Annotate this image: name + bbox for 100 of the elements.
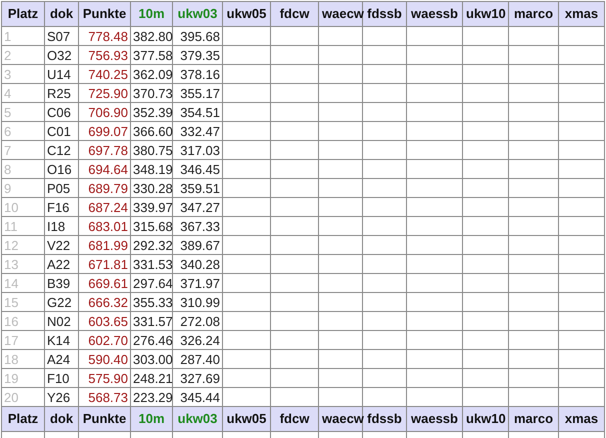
- table-cell: 348.19: [130, 160, 172, 178]
- table-cell: 378.16: [172, 64, 222, 84]
- points-cell: 575.90: [78, 368, 130, 388]
- table-cell: 327.69: [172, 368, 222, 388]
- table-cell: 272.08: [172, 312, 222, 330]
- column-header: Punkte: [78, 2, 130, 26]
- points-cell: 694.64: [78, 160, 130, 178]
- points-cell: 602.70: [78, 330, 130, 350]
- table-cell: S07: [44, 26, 78, 46]
- points-cell: 778.48: [78, 26, 130, 46]
- column-header: 10m: [130, 2, 172, 26]
- table-cell: 352.39: [130, 102, 172, 122]
- table-cell: 331.53: [130, 254, 172, 274]
- points-cell: 697.78: [78, 140, 130, 160]
- rank-cell: 19: [2, 368, 44, 388]
- column-header: Platz: [2, 2, 44, 26]
- rank-cell: 5: [2, 102, 44, 122]
- table-cell: F16: [44, 198, 78, 216]
- table-cell: 315.68: [130, 216, 172, 236]
- table-cell: 276.46: [130, 330, 172, 350]
- table-cell: 326.24: [172, 330, 222, 350]
- table-cell: 347.27: [172, 198, 222, 216]
- table-cell: 339.97: [130, 198, 172, 216]
- points-cell: 671.81: [78, 254, 130, 274]
- rank-cell: 11: [2, 216, 44, 236]
- rank-cell: 17: [2, 330, 44, 350]
- table-cell: 362.09: [130, 64, 172, 84]
- table-cell: C12: [44, 140, 78, 160]
- rank-cell: 16: [2, 312, 44, 330]
- rank-cell: 18: [2, 350, 44, 368]
- rank-cell: 4: [2, 84, 44, 102]
- points-cell: 590.40: [78, 350, 130, 368]
- table-cell: 331.57: [130, 312, 172, 330]
- table-cell: C06: [44, 102, 78, 122]
- rank-cell: 2: [2, 46, 44, 64]
- table-cell: 366.60: [130, 122, 172, 140]
- table-cell: O32: [44, 46, 78, 64]
- table-cell: 287.40: [172, 350, 222, 368]
- points-cell: 669.61: [78, 274, 130, 292]
- points-cell: 666.32: [78, 292, 130, 312]
- column-header: Punkte: [78, 406, 130, 432]
- table-cell: V22: [44, 236, 78, 254]
- column-header: fdssb: [362, 406, 406, 432]
- table-cell: G22: [44, 292, 78, 312]
- rank-cell: 13: [2, 254, 44, 274]
- column-header: fdssb: [362, 2, 406, 26]
- column-header: dok: [44, 406, 78, 432]
- table-cell: 355.33: [130, 292, 172, 312]
- table-cell: 317.03: [172, 140, 222, 160]
- table-cell: I18: [44, 216, 78, 236]
- table-cell: 346.45: [172, 160, 222, 178]
- table-cell: 379.35: [172, 46, 222, 64]
- table-cell: 340.28: [172, 254, 222, 274]
- table-cell: 330.28: [130, 178, 172, 198]
- rank-cell: 12: [2, 236, 44, 254]
- points-cell: 756.93: [78, 46, 130, 64]
- table-cell: 303.00: [130, 350, 172, 368]
- rank-cell: 14: [2, 274, 44, 292]
- table-cell: O16: [44, 160, 78, 178]
- column-header: xmas: [558, 2, 604, 26]
- rank-cell: 3: [2, 64, 44, 84]
- column-header: fdcw: [270, 2, 318, 26]
- points-cell: 603.65: [78, 312, 130, 330]
- column-header: fdcw: [270, 406, 318, 432]
- table-cell: 371.97: [172, 274, 222, 292]
- rank-cell: 1: [2, 26, 44, 46]
- points-cell: 725.90: [78, 84, 130, 102]
- column-header: xmas: [558, 406, 604, 432]
- table-cell: 248.21: [130, 368, 172, 388]
- table-cell: C01: [44, 122, 78, 140]
- table-cell: A22: [44, 254, 78, 274]
- rank-cell: 6: [2, 122, 44, 140]
- points-cell: 699.07: [78, 122, 130, 140]
- table-cell: 380.75: [130, 140, 172, 160]
- column-header: ukw10: [462, 406, 508, 432]
- column-header: ukw03: [172, 406, 222, 432]
- points-cell: 706.90: [78, 102, 130, 122]
- column-header: ukw03: [172, 2, 222, 26]
- column-header: waessb: [406, 406, 462, 432]
- rank-cell: 15: [2, 292, 44, 312]
- column-header: 10m: [130, 406, 172, 432]
- column-header: waessb: [406, 2, 462, 26]
- rank-cell: 10: [2, 198, 44, 216]
- column-header: Platz: [2, 406, 44, 432]
- table-cell: U14: [44, 64, 78, 84]
- table-cell: F10: [44, 368, 78, 388]
- table-cell: 292.32: [130, 236, 172, 254]
- rank-cell: 8: [2, 160, 44, 178]
- table-cell: R25: [44, 84, 78, 102]
- table-cell: P05: [44, 178, 78, 198]
- table-cell: 367.33: [172, 216, 222, 236]
- table-cell: 332.47: [172, 122, 222, 140]
- table-cell: B39: [44, 274, 78, 292]
- column-header: ukw05: [222, 406, 270, 432]
- table-cell: A24: [44, 350, 78, 368]
- points-cell: 681.99: [78, 236, 130, 254]
- column-header: waecw: [318, 2, 362, 26]
- table-cell: N02: [44, 312, 78, 330]
- column-header: dok: [44, 2, 78, 26]
- points-cell: 687.24: [78, 198, 130, 216]
